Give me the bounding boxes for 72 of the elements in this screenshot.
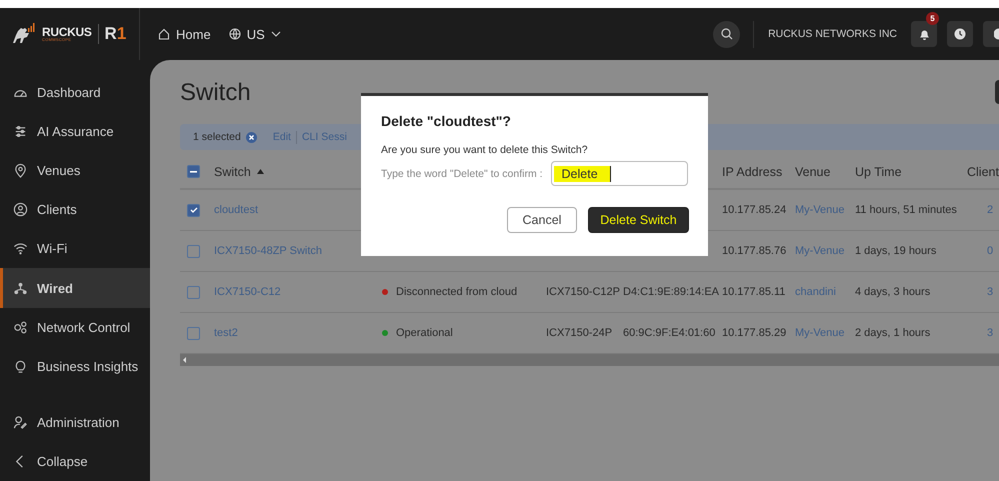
table-cell: 11 hours, 51 minutes	[855, 204, 957, 216]
sidebar-item[interactable]: Dashboard	[0, 73, 150, 112]
table-cell: 10.177.85.11	[722, 286, 786, 298]
sliders-icon	[13, 124, 28, 140]
collapse-button[interactable]: Collapse	[0, 442, 150, 481]
table-cell: ICX7150-C12P	[546, 286, 620, 298]
table-cell: D4:C1:9E:89:14:EA	[623, 286, 720, 298]
network-nodes-icon	[13, 280, 28, 296]
table-cell: 2 days, 1 hours	[855, 327, 930, 339]
sidebar-item[interactable]: Business Insights	[0, 346, 150, 386]
history-button[interactable]	[947, 21, 973, 47]
row-checkbox[interactable]	[187, 286, 200, 298]
column-header[interactable]: Up Time	[855, 164, 967, 178]
horizontal-scrollbar[interactable]	[180, 354, 999, 366]
table-cell: ICX7150-24P	[546, 327, 612, 339]
row-checkbox[interactable]	[187, 326, 200, 340]
table-cell: 10.177.85.29	[722, 327, 786, 339]
help-button[interactable]	[983, 21, 999, 47]
sidebar-item[interactable]: Wired	[0, 268, 150, 308]
table-cell: 10.177.85.76	[722, 245, 786, 257]
search-icon	[720, 28, 733, 40]
sort-ascending-icon	[256, 169, 264, 174]
page-title: Switch	[180, 78, 251, 108]
region-dropdown[interactable]: US	[228, 26, 281, 42]
check-icon	[190, 207, 198, 213]
row-checkbox[interactable]	[187, 204, 200, 216]
account-name[interactable]: RUCKUS NETWORKS INC	[753, 20, 897, 48]
notification-badge: 5	[926, 12, 939, 25]
lightbulb-icon	[13, 358, 28, 374]
status-text: Operational	[396, 327, 453, 339]
sidebar-item[interactable]: Venues	[0, 151, 150, 190]
sidebar-item[interactable]: Wi-Fi	[0, 229, 150, 268]
delete-button[interactable]: Delete Switch	[588, 207, 689, 233]
clear-selection-icon[interactable]	[246, 132, 257, 142]
column-header[interactable]: Switch	[214, 164, 380, 178]
notifications-button[interactable]	[911, 21, 937, 47]
confirm-input[interactable]: Delete	[550, 161, 688, 186]
chevron-down-icon	[270, 31, 281, 37]
home-link[interactable]: Home	[158, 26, 211, 42]
column-header[interactable]: IP Address	[722, 164, 795, 178]
product-logo: R1	[98, 24, 126, 44]
status-text: Disconnected from cloud	[396, 286, 518, 298]
selection-count: 1 selected	[193, 131, 241, 143]
bell-icon	[918, 28, 930, 40]
confirm-label: Type the word "Delete" to confirm :	[381, 168, 543, 180]
wifi-icon	[13, 241, 28, 256]
home-icon	[158, 28, 170, 40]
minus-icon	[190, 170, 197, 172]
search-button[interactable]	[713, 20, 740, 48]
sidebar-item[interactable]: Clients	[0, 190, 150, 230]
clock-icon	[954, 28, 966, 40]
sidebar-item[interactable]: AI Assurance	[0, 112, 150, 152]
user-pen-icon	[13, 414, 28, 430]
user-circle-icon	[13, 202, 28, 218]
sidebar-item[interactable]: Administration	[0, 402, 150, 442]
row-checkbox[interactable]	[187, 244, 200, 258]
globe-icon	[228, 28, 241, 40]
location-pin-icon	[13, 163, 28, 178]
cancel-button[interactable]: Cancel	[507, 207, 577, 233]
column-header[interactable]: Venue	[795, 164, 855, 178]
column-header[interactable]: Client	[967, 164, 999, 178]
table-cell: 60:9C:9F:E4:01:60	[623, 327, 716, 339]
dialog-title: Delete "cloudtest"?	[381, 113, 512, 129]
table-cell: 1 days, 19 hours	[855, 245, 936, 257]
select-all-checkbox[interactable]	[187, 165, 200, 178]
brand-name: RUCKUS	[42, 26, 92, 38]
sidebar-item[interactable]: Network Control	[0, 308, 150, 347]
table-cell: 4 days, 3 hours	[855, 286, 930, 298]
dog-logo-icon	[10, 23, 36, 45]
dialog-message: Are you sure you want to delete this Switch?	[381, 144, 589, 156]
gears-icon	[13, 320, 28, 335]
table-cell: 10.177.85.24	[722, 204, 786, 216]
